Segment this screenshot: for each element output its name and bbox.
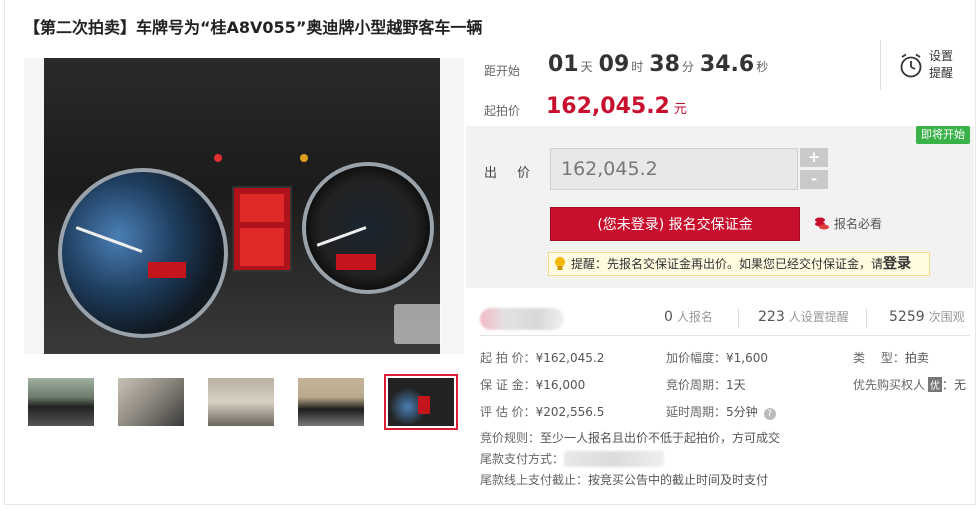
coins-icon [815, 217, 829, 230]
deposit-tip: 提醒：先报名交保证金再出价。如果您已经交付保证金，请登录 [548, 252, 930, 276]
increase-bid-button[interactable]: + [800, 148, 828, 167]
alarm-clock-icon [900, 53, 922, 78]
detail-increment: 加价幅度：¥1,600 [666, 351, 769, 365]
stats-bar: 0 人报名 223 人设置提醒 5259 次围观 [480, 300, 970, 336]
page-title: 【第二次拍卖】车牌号为“桂A8V055”奥迪牌小型越野客车一辆 [24, 18, 483, 37]
priority-tag: 优 [928, 377, 943, 392]
start-price-value: 162,045.2 元 [546, 94, 687, 119]
start-price-row: 起拍价 162,045.2 元 [484, 94, 864, 122]
detail-deposit: 保 证 金：¥16,000 [480, 378, 586, 392]
detail-delay: 延时周期：5分钟? [666, 403, 776, 420]
detail-type: 类 型：拍卖 [853, 351, 929, 365]
thumbnail-exterior-front[interactable] [24, 374, 98, 430]
thumbnail-interior-rear[interactable] [204, 374, 278, 430]
set-reminder-button[interactable]: 设置提醒 [880, 40, 972, 90]
blurred-user [480, 308, 564, 330]
speedometer-gauge [302, 162, 434, 294]
detail-rule: 竞价规则：至少一人报名且出价不低于起拍价，方可成交 [480, 431, 781, 445]
bid-panel: 即将开始 出 价 162,045.2 + - (您未登录) 报名交保证金 报名必… [466, 126, 974, 288]
blurred-payment [564, 451, 665, 467]
decrease-bid-button[interactable]: - [800, 170, 828, 189]
detail-valuation: 评 估 价：¥202,556.5 [480, 405, 605, 419]
countdown-label: 距开始 [484, 64, 521, 78]
detail-start-price: 起 拍 价：¥162,045.2 [480, 351, 605, 365]
main-photo[interactable] [24, 58, 464, 354]
start-price-label: 起拍价 [484, 104, 521, 118]
views-stat: 5259 次围观 [889, 309, 965, 325]
detail-cycle: 竞价周期：1天 [666, 378, 746, 392]
detail-priority: 优先购买权人优：无 [853, 377, 967, 392]
countdown-row: 距开始 01 天 09 时 38 分 34.6 秒 [484, 52, 864, 82]
watermark-logo [394, 304, 442, 344]
bid-amount-input[interactable]: 162,045.2 [550, 148, 798, 190]
help-icon[interactable]: ? [763, 408, 776, 420]
thumbnail-interior-front[interactable] [114, 374, 188, 430]
lightbulb-icon [555, 257, 565, 270]
set-reminder-label: 设置提醒 [929, 49, 954, 80]
center-display [232, 186, 292, 272]
signup-stat: 0 人报名 [664, 309, 713, 325]
register-deposit-button[interactable]: (您未登录) 报名交保证金 [550, 207, 800, 241]
tachometer-gauge [58, 168, 228, 338]
reminder-stat: 223 人设置提醒 [758, 309, 849, 325]
auction-page: 【第二次拍卖】车牌号为“桂A8V055”奥迪牌小型越野客车一辆 距开始 01 天… [0, 0, 980, 509]
login-link[interactable]: 登录 [883, 256, 911, 272]
status-badge: 即将开始 [916, 126, 970, 144]
thumbnail-dashboard[interactable] [384, 374, 458, 430]
thumbnail-exterior-rear[interactable] [294, 374, 368, 430]
countdown-timer: 01 天 09 时 38 分 34.6 秒 [548, 52, 769, 77]
dashboard-photo [44, 58, 442, 354]
must-read-link[interactable]: 报名必看 [814, 215, 882, 232]
bid-label: 出 价 [484, 166, 539, 181]
detail-payment: 尾款支付方式： [480, 450, 665, 467]
thumbnail-strip [24, 372, 464, 432]
detail-deadline: 尾款线上支付截止：按竞买公告中的截止时间及时支付 [480, 473, 769, 487]
